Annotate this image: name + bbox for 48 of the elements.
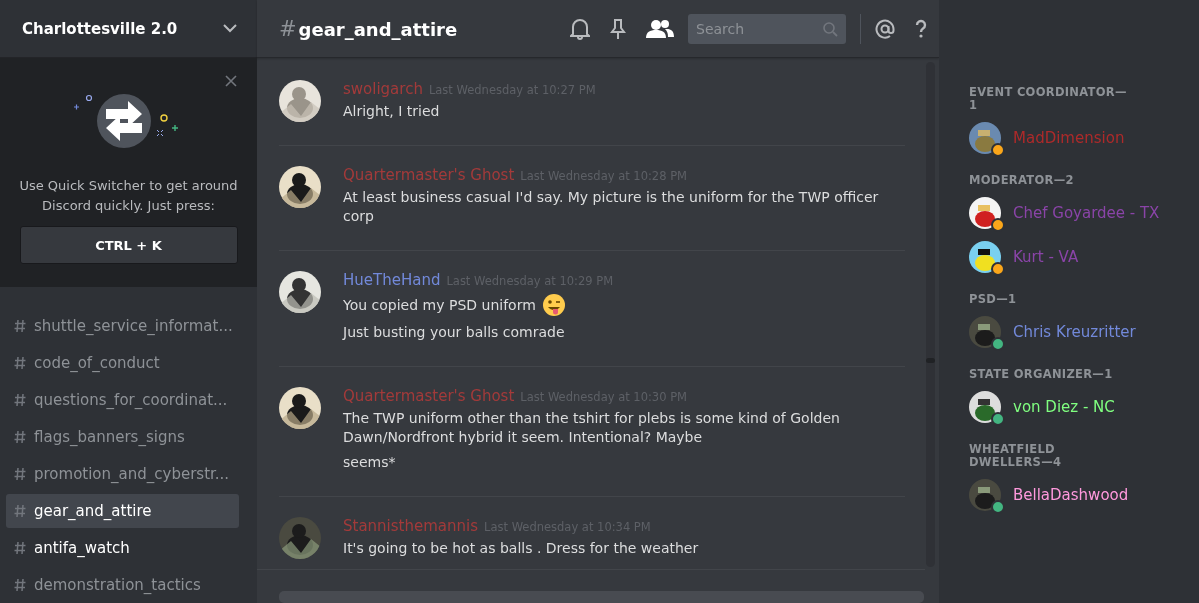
- message-text: It's going to be hot as balls . Dress for the weather: [343, 539, 699, 558]
- hash-icon: #: [279, 16, 297, 41]
- member-name[interactable]: Kurt - VA: [1013, 248, 1079, 266]
- scrollbar-thumb[interactable]: [926, 358, 935, 363]
- role-heading: EVENT COORDINATOR—1: [969, 86, 1128, 112]
- pin-icon[interactable]: [610, 17, 626, 40]
- message-text: seems*: [343, 453, 396, 472]
- channel-item[interactable]: demonstration_tactics: [6, 568, 239, 602]
- role-heading: MODERATOR—2: [969, 174, 1075, 187]
- close-icon[interactable]: [225, 75, 237, 87]
- hash-icon: [14, 467, 26, 481]
- username[interactable]: HueTheHand: [343, 271, 441, 289]
- help-icon[interactable]: [915, 18, 927, 39]
- channel-item[interactable]: questions_for_coordinat...: [6, 383, 239, 417]
- message-text: Just busting your balls comrade: [343, 323, 565, 342]
- popup-text: Use Quick Switcher to get around Discord quickly. Just press:: [18, 177, 239, 215]
- message-text: You copied my PSD uniform: [343, 295, 536, 315]
- search-field[interactable]: Search: [688, 13, 846, 44]
- role-heading: STATE ORGANIZER—1: [969, 368, 1114, 381]
- member-name[interactable]: von Diez - NC: [1013, 398, 1115, 416]
- search-icon: [823, 21, 838, 37]
- channel-item[interactable]: gear_and_attire: [6, 494, 239, 528]
- member-name[interactable]: Chris Kreuzritter: [1013, 323, 1136, 341]
- member-name[interactable]: Chef Goyardee - TX: [1013, 204, 1160, 222]
- hash-icon: [14, 541, 26, 555]
- channel-item[interactable]: code_of_conduct: [6, 346, 239, 380]
- channel-item[interactable]: shuttle_service_informat...: [6, 309, 239, 343]
- hash-icon: [14, 504, 26, 518]
- message-text: Alright, I tried: [343, 102, 440, 121]
- hash-icon: [14, 578, 26, 592]
- channel-item[interactable]: antifa_watch: [6, 531, 239, 565]
- hash-icon: [14, 430, 26, 444]
- members-icon[interactable]: [646, 18, 674, 39]
- role-heading: PSD—1: [969, 293, 1018, 306]
- hash-icon: [14, 356, 26, 370]
- shortcut-button[interactable]: CTRL + K: [19, 226, 238, 264]
- bell-icon[interactable]: [570, 17, 590, 40]
- role-heading: WHEATFIELD DWELLERS—4: [969, 443, 1063, 469]
- member-name[interactable]: BellaDashwood: [1013, 486, 1129, 504]
- chevron-icon: [223, 24, 237, 33]
- channel-item[interactable]: promotion_and_cyberstr...: [6, 457, 239, 491]
- message-text: At least business casual I'd say. My picture is the uniform for the TWP officer corp: [343, 188, 880, 226]
- message-text: The TWP uniform other than the tshirt for plebs is some kind of Golden Dawn/Nordfront hybrid it seem. Intentional? Maybe: [343, 409, 841, 447]
- channel-title: gear_and_attire: [298, 18, 458, 40]
- hash-icon: [14, 393, 26, 407]
- mention-icon[interactable]: [875, 18, 895, 39]
- hash-icon: [14, 319, 26, 333]
- channel-item[interactable]: flags_banners_signs: [6, 420, 239, 454]
